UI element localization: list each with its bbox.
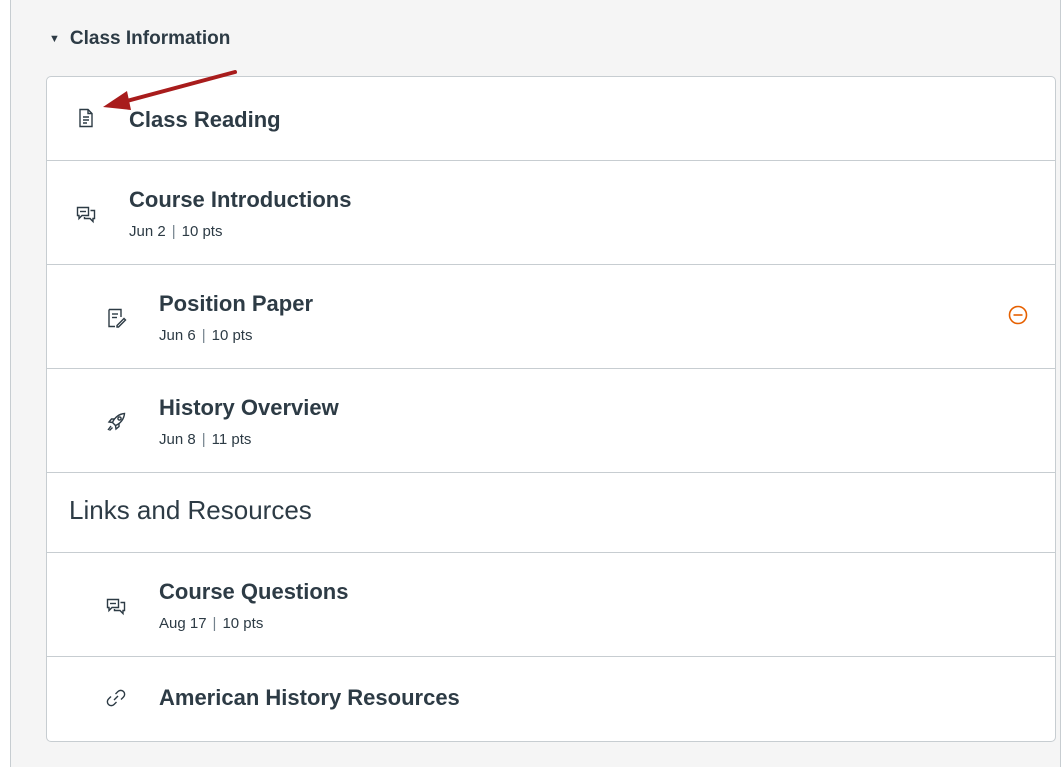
due-date: Jun 6 <box>159 327 196 344</box>
meta-separator: | <box>201 327 206 344</box>
module-item-course-introductions[interactable]: Course Introductions Jun 2 | 10 pts <box>47 161 1055 265</box>
points: 11 pts <box>211 431 252 448</box>
subheader-title: Links and Resources <box>69 495 312 525</box>
module-subheader-links-and-resources: Links and Resources <box>47 473 1055 553</box>
module-item-american-history-resources[interactable]: American History Resources <box>47 657 1055 741</box>
discussion-icon <box>105 595 127 617</box>
points: 10 pts <box>211 327 253 344</box>
due-date: Jun 8 <box>159 431 196 448</box>
module-header[interactable]: ▼ Class Information <box>49 24 230 54</box>
item-title[interactable]: History Overview <box>159 395 339 421</box>
module-item-course-questions[interactable]: Course Questions Aug 17 | 10 pts <box>47 553 1055 657</box>
page-icon <box>75 107 97 129</box>
module-title: Class Information <box>69 28 231 49</box>
link-icon <box>105 687 127 709</box>
item-title[interactable]: Class Reading <box>129 107 281 133</box>
points: 10 pts <box>222 615 264 632</box>
module-container: ▼ Class Information Class Reading Course… <box>10 0 1061 767</box>
item-details: Jun 8 | 11 pts <box>159 431 251 448</box>
due-date: Jun 2 <box>129 223 166 240</box>
meta-separator: | <box>212 615 217 632</box>
assignment-icon <box>105 307 127 329</box>
meta-separator: | <box>201 431 206 448</box>
item-details: Jun 6 | 10 pts <box>159 327 252 344</box>
points: 10 pts <box>181 223 223 240</box>
module-item-history-overview[interactable]: History Overview Jun 8 | 11 pts <box>47 369 1055 473</box>
quiz-rocket-icon <box>105 411 127 433</box>
caret-down-icon[interactable]: ▼ <box>49 33 60 45</box>
meta-separator: | <box>171 223 176 240</box>
item-title[interactable]: American History Resources <box>159 685 460 711</box>
item-details: Jun 2 | 10 pts <box>129 223 222 240</box>
item-title[interactable]: Position Paper <box>159 291 313 317</box>
item-title[interactable]: Course Questions <box>159 579 348 605</box>
discussion-icon <box>75 203 97 225</box>
module-item-position-paper[interactable]: Position Paper Jun 6 | 10 pts <box>47 265 1055 369</box>
item-details: Aug 17 | 10 pts <box>159 615 263 632</box>
item-title[interactable]: Course Introductions <box>129 187 351 213</box>
unpublish-icon[interactable] <box>1007 304 1029 326</box>
module-item-class-reading[interactable]: Class Reading <box>47 77 1055 161</box>
due-date: Aug 17 <box>159 615 207 632</box>
module-items-list: Class Reading Course Introductions Jun 2… <box>46 76 1056 742</box>
